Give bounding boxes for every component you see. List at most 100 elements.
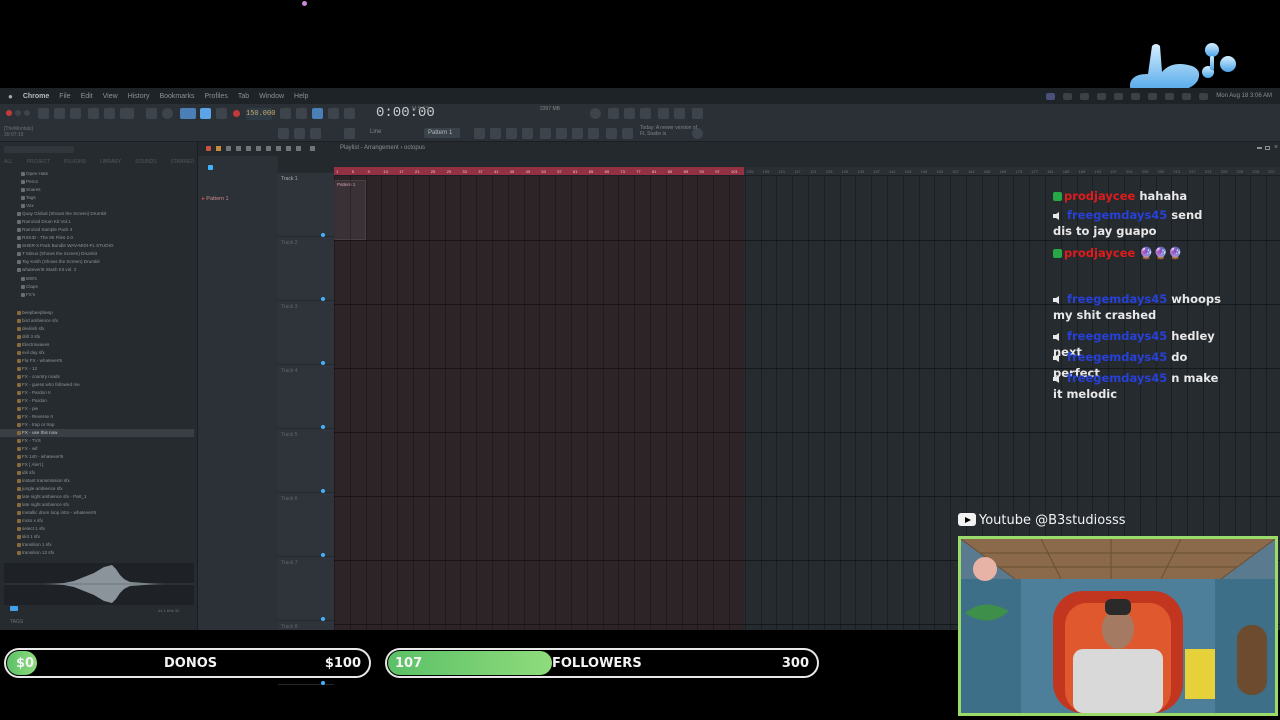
play-preview-icon[interactable] [10,606,18,611]
browser-item[interactable]: jungle ambience sfx [0,485,63,493]
track-header[interactable]: Track 3 [278,301,334,365]
cut-icon[interactable] [38,108,49,119]
typing-keyboard-icon[interactable] [312,108,323,119]
news-text[interactable]: Today: A newer version of FL Studio is [640,125,700,137]
browser-item[interactable]: Tags [0,194,36,202]
status-icon[interactable] [1046,92,1056,100]
browser-item[interactable]: FX - trap or trap [0,421,54,429]
track-header[interactable]: Track 2 [278,237,334,301]
mic-icon[interactable] [608,108,619,119]
window-minimize-icon[interactable] [15,110,21,116]
browser-item[interactable]: Claps [0,283,38,291]
tempo-tap-icon[interactable] [556,128,567,139]
mute-tool-icon[interactable] [246,146,251,151]
tab-project[interactable]: PROJECT [27,159,50,168]
menu-bookmarks[interactable]: Bookmarks [159,93,194,100]
browser-item[interactable]: evil day sfx [0,349,45,357]
playlist-icon[interactable] [278,128,289,139]
status-icon[interactable] [1131,92,1141,100]
plugin-icon[interactable] [540,128,551,139]
menu-view[interactable]: View [103,93,118,100]
browser-item[interactable]: FX - Reverse II [0,413,53,421]
window-zoom-icon[interactable] [24,110,30,116]
select-tool-icon[interactable] [276,146,281,151]
loop-icon[interactable] [162,108,173,119]
tab-plugins[interactable]: PLUGINS [64,159,86,168]
browser-item[interactable]: RXKID - The 80 Files 2.0 [0,234,73,242]
browser-icon[interactable] [522,128,533,139]
save-icon[interactable] [658,108,669,119]
browser-item[interactable]: FX [ Alert ] [0,461,43,469]
tags-label[interactable]: TAGS [10,619,23,625]
track-header[interactable]: Track 1 [278,173,334,237]
tab-all[interactable]: ALL [4,159,13,168]
wifi-icon[interactable] [1165,92,1175,100]
pattern-list-item[interactable]: ▸ Pattern 1 [202,196,229,202]
pattern-song-toggle[interactable] [180,108,196,119]
track-header[interactable]: Track 6 [278,493,334,557]
loop-region[interactable] [334,167,744,175]
status-icon[interactable] [1114,92,1124,100]
browser-item[interactable]: Fla FX - whatever!5 [0,357,62,365]
browser-item[interactable]: Electrowaves [0,341,49,349]
mixer-icon[interactable] [474,128,485,139]
minimize-icon[interactable] [1257,147,1262,149]
pattern-selector[interactable]: Pattern 1 [424,128,460,138]
snap-mode[interactable]: Line [370,129,381,135]
undo-icon[interactable] [104,108,115,119]
copy-icon[interactable] [54,108,65,119]
mute-icon[interactable] [588,128,599,139]
browser-item[interactable]: drill 3 sfx [0,333,40,341]
lock-icon[interactable] [606,128,617,139]
browser-item[interactable]: skit 1 sfx [0,533,40,541]
menu-profiles[interactable]: Profiles [204,93,227,100]
pattern-icon[interactable] [344,128,355,139]
browser-item[interactable]: FX - 12 [0,365,37,373]
browser-item[interactable]: Tay Keith (Shows the Screen) Drumkit [0,258,100,266]
menu-file[interactable]: File [59,93,70,100]
browser-item[interactable]: beepbeepbeep [0,309,53,317]
slice-tool-icon[interactable] [266,146,271,151]
browser-item[interactable]: transition 1 sfx [0,541,52,549]
settings-icon[interactable] [692,108,703,119]
browser-item[interactable]: Percs [0,178,38,186]
browser-search-input[interactable] [4,146,74,153]
browser-item[interactable]: SHER-3 Pack Bundle WAV-MIDI-FL STUDIO [0,242,113,250]
search-icon[interactable] [1199,92,1209,100]
status-icon[interactable] [1148,92,1158,100]
track-header[interactable]: Track 5 [278,429,334,493]
browser-item[interactable]: whatever!5 Stash Kit vol. 2 [0,266,76,274]
paint-tool-icon[interactable] [226,146,231,151]
help-icon[interactable] [640,108,651,119]
step-icon[interactable] [296,108,307,119]
metronome-icon[interactable] [146,108,157,119]
browser-item[interactable]: devilish sfx [0,325,44,333]
battery-icon[interactable] [1182,92,1192,100]
slip-tool-icon[interactable] [256,146,261,151]
menu-tab[interactable]: Tab [238,93,249,100]
browser-item[interactable]: FX's [0,291,35,299]
browser-item[interactable]: FX 140 - whatever!5 [0,453,63,461]
step-seq-icon[interactable] [294,128,305,139]
countdown-icon[interactable] [328,108,339,119]
draw-tool-icon[interactable] [216,146,221,151]
waveform-icon[interactable] [280,108,291,119]
browser-item[interactable]: Vox [0,202,34,210]
tab-sounds[interactable]: SOUNDS [135,159,156,168]
stop-icon[interactable] [216,108,227,119]
delete-tool-icon[interactable] [236,146,241,151]
browser-item[interactable]: FX - TVS [0,437,41,445]
browser-item[interactable]: T Minus (Shows the Screen) Drumkit [0,250,97,258]
pattern-picker-icon[interactable] [208,165,213,170]
browser-item[interactable]: FX - use this now [0,429,194,437]
browser-item[interactable]: FX - pie [0,405,38,413]
browser-item[interactable]: FX - country roads [0,373,60,381]
tempo-display[interactable]: 150.000 [246,108,275,120]
play-icon[interactable] [200,108,211,119]
browser-item[interactable]: Ramzoid Sample Pack 4 [0,226,72,234]
status-icon[interactable] [1080,92,1090,100]
browser-item[interactable]: transition 12 sfx [0,549,54,557]
browser-item[interactable]: moto x sfx [0,517,43,525]
browser-item[interactable]: metallic drum loop intro - whatever!5 [0,509,96,517]
apple-icon[interactable]: ● [8,92,13,101]
